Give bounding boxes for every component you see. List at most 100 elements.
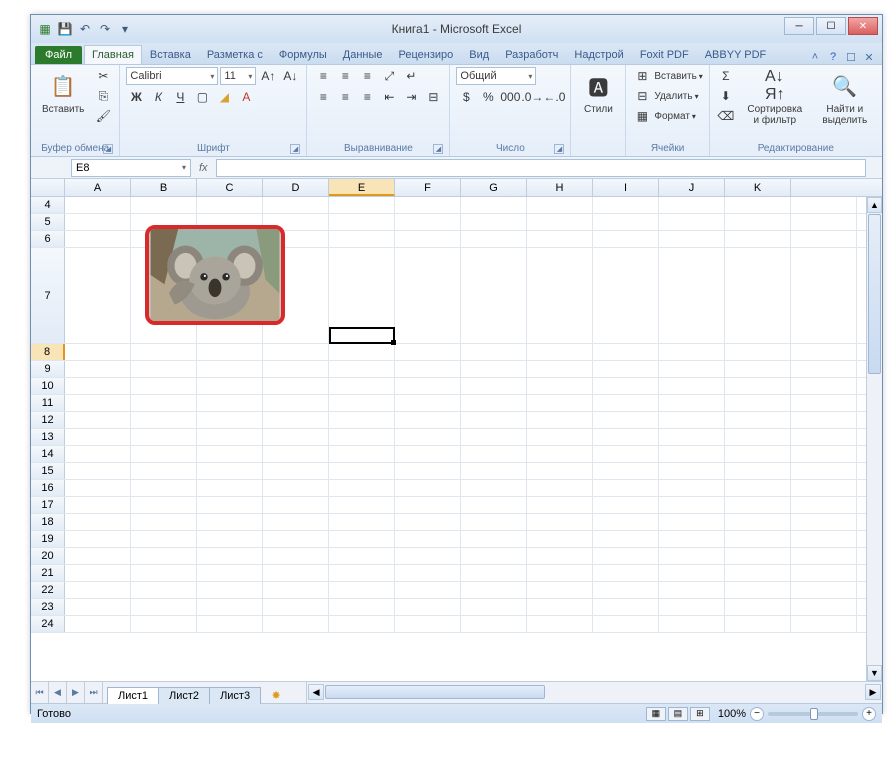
sort-filter-button[interactable]: А↓Я↑ Сортировка и фильтр <box>740 67 810 129</box>
cell[interactable] <box>131 463 197 479</box>
cell[interactable] <box>725 497 791 513</box>
cell[interactable] <box>395 565 461 581</box>
cell[interactable] <box>329 616 395 632</box>
font-color-icon[interactable]: A <box>236 88 256 106</box>
cell[interactable] <box>395 378 461 394</box>
cell[interactable] <box>65 548 131 564</box>
view-pagebreak-icon[interactable]: ⊞ <box>690 707 710 721</box>
qat-customize-icon[interactable]: ▾ <box>117 21 133 37</box>
fill-color-icon[interactable]: ◢ <box>214 88 234 106</box>
cell[interactable] <box>395 429 461 445</box>
cell[interactable] <box>725 565 791 581</box>
cell[interactable] <box>461 599 527 615</box>
cell[interactable] <box>329 565 395 581</box>
orientation-icon[interactable]: ⤢ <box>379 67 399 85</box>
cell[interactable] <box>791 429 857 445</box>
cell[interactable] <box>725 429 791 445</box>
font-name-combo[interactable]: Calibri▾ <box>126 67 218 85</box>
cell[interactable] <box>263 395 329 411</box>
row-header-6[interactable]: 6 <box>31 231 65 247</box>
view-pagelayout-icon[interactable]: ▤ <box>668 707 688 721</box>
merge-icon[interactable]: ⊟ <box>423 88 443 106</box>
cell[interactable] <box>65 378 131 394</box>
cell[interactable] <box>131 197 197 213</box>
percent-icon[interactable]: % <box>478 88 498 106</box>
row-header-23[interactable]: 23 <box>31 599 65 615</box>
cell[interactable] <box>527 231 593 247</box>
cell[interactable] <box>659 395 725 411</box>
cell[interactable] <box>65 395 131 411</box>
cell[interactable] <box>527 565 593 581</box>
col-header-H[interactable]: H <box>527 179 593 196</box>
cell[interactable] <box>593 582 659 598</box>
cell[interactable] <box>527 514 593 530</box>
cell[interactable] <box>725 548 791 564</box>
row-header-13[interactable]: 13 <box>31 429 65 445</box>
decrease-font-icon[interactable]: A↓ <box>280 67 300 85</box>
row-header-16[interactable]: 16 <box>31 480 65 496</box>
cell[interactable] <box>263 565 329 581</box>
cell[interactable] <box>131 497 197 513</box>
cell[interactable] <box>329 248 395 343</box>
cell[interactable] <box>461 446 527 462</box>
cell[interactable] <box>461 463 527 479</box>
align-right-icon[interactable]: ≡ <box>357 88 377 106</box>
close-button[interactable]: ✕ <box>848 17 878 35</box>
cut-icon[interactable]: ✂ <box>93 67 113 85</box>
cell[interactable] <box>659 214 725 230</box>
cell[interactable] <box>659 565 725 581</box>
cell[interactable] <box>263 463 329 479</box>
cell[interactable] <box>395 599 461 615</box>
cell[interactable] <box>329 378 395 394</box>
cell[interactable] <box>395 248 461 343</box>
name-box[interactable]: E8▾ <box>71 159 191 177</box>
row-header-12[interactable]: 12 <box>31 412 65 428</box>
close-workbook-icon[interactable]: ✕ <box>862 50 876 64</box>
row-header-5[interactable]: 5 <box>31 214 65 230</box>
cell[interactable] <box>197 446 263 462</box>
cell[interactable] <box>263 197 329 213</box>
cell[interactable] <box>791 497 857 513</box>
tab-nav-next-icon[interactable]: ▶ <box>67 682 85 703</box>
row-header-20[interactable]: 20 <box>31 548 65 564</box>
cell[interactable] <box>659 429 725 445</box>
zoom-in-icon[interactable]: + <box>862 707 876 721</box>
cell[interactable] <box>791 361 857 377</box>
row-header-24[interactable]: 24 <box>31 616 65 632</box>
hscroll-thumb[interactable] <box>325 685 545 699</box>
cell[interactable] <box>461 514 527 530</box>
cell[interactable] <box>527 395 593 411</box>
fx-icon[interactable]: fx <box>199 162 208 174</box>
cell[interactable] <box>725 248 791 343</box>
cell[interactable] <box>791 582 857 598</box>
cell[interactable] <box>395 616 461 632</box>
cell[interactable] <box>593 344 659 360</box>
cell[interactable] <box>263 616 329 632</box>
cell[interactable] <box>791 565 857 581</box>
cell[interactable] <box>593 412 659 428</box>
italic-button[interactable]: К <box>148 88 168 106</box>
alignment-dialog-icon[interactable]: ◢ <box>433 144 443 154</box>
cell[interactable] <box>593 446 659 462</box>
cell[interactable] <box>329 446 395 462</box>
cell[interactable] <box>65 197 131 213</box>
cell[interactable] <box>659 480 725 496</box>
cell[interactable] <box>197 463 263 479</box>
cell[interactable] <box>263 514 329 530</box>
cell[interactable] <box>329 480 395 496</box>
cell[interactable] <box>725 480 791 496</box>
row-header-9[interactable]: 9 <box>31 361 65 377</box>
tab-developer[interactable]: Разработч <box>497 45 566 64</box>
view-normal-icon[interactable]: ▦ <box>646 707 666 721</box>
cell[interactable] <box>263 429 329 445</box>
cell[interactable] <box>527 361 593 377</box>
cell[interactable] <box>65 565 131 581</box>
cell[interactable] <box>527 531 593 547</box>
col-header-C[interactable]: C <box>197 179 263 196</box>
cell[interactable] <box>791 531 857 547</box>
cell[interactable] <box>461 344 527 360</box>
cell[interactable] <box>461 197 527 213</box>
cell[interactable] <box>527 412 593 428</box>
tab-nav-last-icon[interactable]: ⏭ <box>85 682 103 703</box>
col-header-I[interactable]: I <box>593 179 659 196</box>
